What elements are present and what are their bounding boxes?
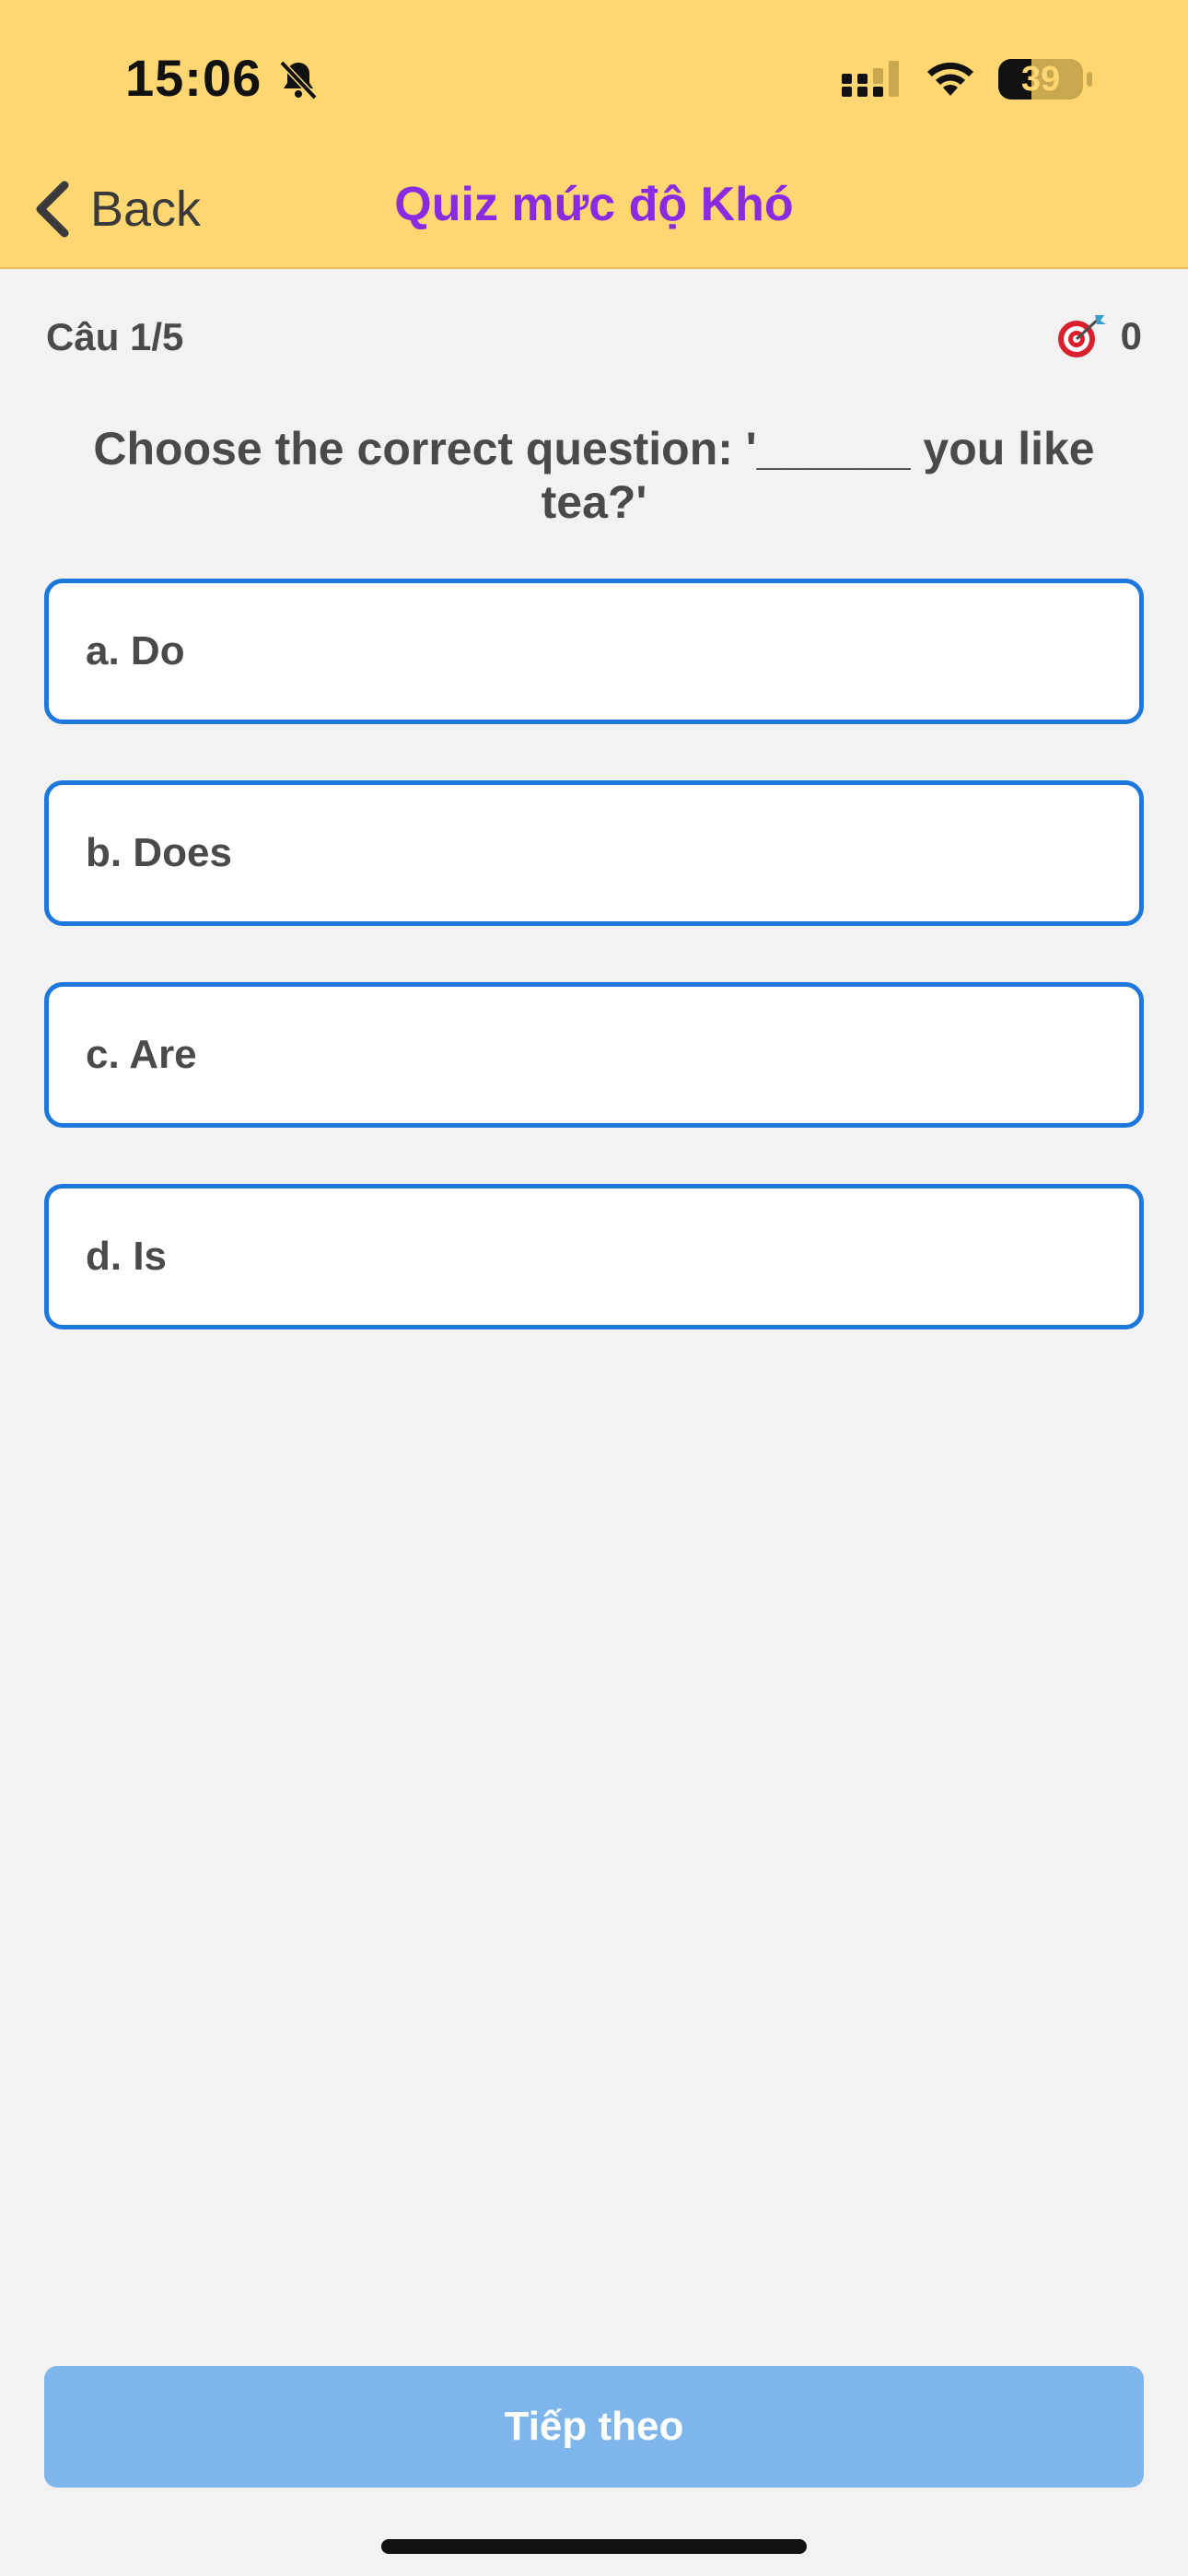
question-text: Choose the correct question: '______ you… (93, 423, 1095, 528)
home-indicator[interactable] (381, 2539, 807, 2554)
target-icon (1057, 315, 1106, 357)
wifi-icon (927, 62, 973, 96)
header-bar: 15:06 39 Back Quiz mức độ Khó (0, 0, 1188, 269)
signal-icon (842, 61, 899, 97)
next-button[interactable]: Tiếp theo (44, 2366, 1144, 2488)
question-counter: Câu 1/5 (46, 315, 184, 358)
bell-slash-icon (279, 60, 318, 100)
score-value: 0 (1120, 314, 1142, 357)
page-title: Quiz mức độ Khó (394, 178, 794, 231)
answer-option-a[interactable]: a. Do (44, 579, 1144, 724)
answer-option-d[interactable]: d. Is (44, 1184, 1144, 1329)
answer-option-b[interactable]: b. Does (44, 780, 1144, 926)
battery-level: 39 (1020, 60, 1061, 99)
answer-option-c[interactable]: c. Are (44, 982, 1144, 1128)
status-time: 15:06 (125, 49, 262, 107)
score-display: 0 (1054, 313, 1142, 359)
